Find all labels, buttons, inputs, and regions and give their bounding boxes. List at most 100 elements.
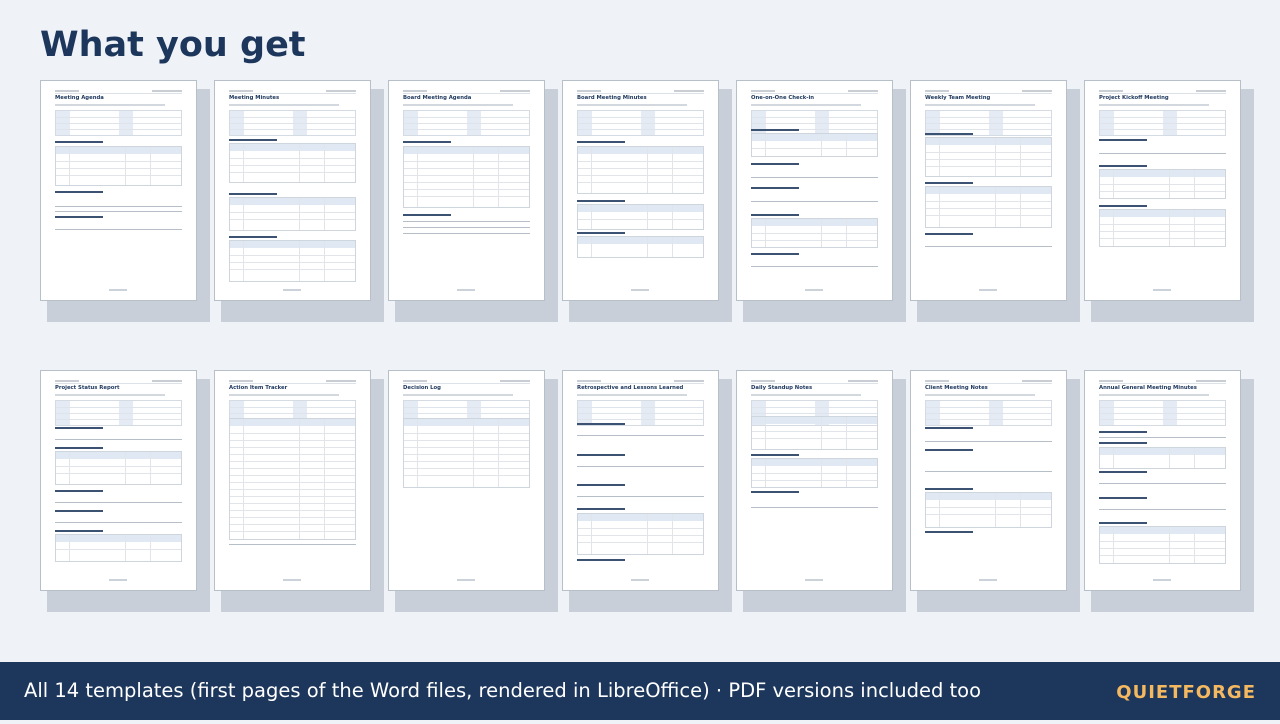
section-heading [925, 133, 973, 135]
template-thumbnail: One-on-One Check-in [736, 80, 906, 322]
content-table [577, 513, 704, 555]
document-page: Weekly Team Meeting [910, 80, 1067, 301]
content-table [229, 197, 356, 231]
page-number [1153, 579, 1171, 581]
document-page: Board Meeting Minutes [562, 80, 719, 301]
page-number [979, 289, 997, 291]
page-header [55, 380, 182, 384]
template-thumbnail: Board Meeting Agenda [388, 80, 558, 322]
description-line [403, 394, 513, 396]
footer-caption: All 14 templates (first pages of the Wor… [24, 679, 982, 702]
content-table [1099, 526, 1226, 564]
page-number [805, 579, 823, 581]
section-heading [577, 232, 625, 234]
description-line [403, 104, 513, 106]
template-thumbnail: Project Kickoff Meeting [1084, 80, 1254, 322]
section-heading [751, 187, 799, 189]
section-heading [55, 427, 103, 429]
content-table [925, 137, 1052, 177]
content-table [55, 451, 182, 485]
document-page: Daily Standup Notes [736, 370, 893, 591]
document-page: One-on-One Check-in [736, 80, 893, 301]
page-header [229, 380, 356, 384]
content-table [751, 458, 878, 488]
template-thumbnail: Daily Standup Notes [736, 370, 906, 612]
page-header [577, 90, 704, 94]
page-header [1099, 380, 1226, 384]
document-page: Meeting Minutes [214, 80, 371, 301]
description-line [229, 104, 339, 106]
section-heading [55, 510, 103, 512]
section-heading [925, 182, 973, 184]
section-heading [229, 236, 277, 238]
template-title: Weekly Team Meeting [925, 95, 991, 101]
section-heading [1099, 522, 1147, 524]
description-line [577, 104, 687, 106]
section-heading [925, 427, 973, 429]
description-line [925, 394, 1035, 396]
document-page: Board Meeting Agenda [388, 80, 545, 301]
section-heading [751, 491, 799, 493]
meta-table [229, 110, 356, 136]
description-line [1099, 104, 1209, 106]
section-heading [55, 191, 103, 193]
template-thumbnail: Project Status Report [40, 370, 210, 612]
content-table [751, 133, 878, 157]
page-header [55, 90, 182, 94]
content-table [751, 416, 878, 450]
template-thumbnail: Weekly Team Meeting [910, 80, 1080, 322]
description-line [751, 394, 861, 396]
section-heading [925, 488, 973, 490]
section-heading [1099, 205, 1147, 207]
template-title: Client Meeting Notes [925, 385, 988, 391]
template-thumbnail: Meeting Agenda [40, 80, 210, 322]
section-heading [229, 139, 277, 141]
template-title: Meeting Minutes [229, 95, 280, 101]
section-heading [403, 141, 451, 143]
section-heading [55, 530, 103, 532]
content-table [55, 534, 182, 562]
page-header [403, 90, 530, 94]
document-page: Project Kickoff Meeting [1084, 80, 1241, 301]
description-line [229, 394, 339, 396]
section-heading [403, 214, 451, 216]
content-table [55, 146, 182, 186]
section-heading [751, 454, 799, 456]
page-header [925, 380, 1052, 384]
meta-table [577, 110, 704, 136]
section-heading [577, 141, 625, 143]
section-heading [577, 559, 625, 561]
page-number [109, 579, 127, 581]
content-table [751, 218, 878, 248]
document-page: Decision Log [388, 370, 545, 591]
template-title: One-on-One Check-in [751, 95, 815, 101]
page-header [403, 380, 530, 384]
section-heading [751, 253, 799, 255]
section-heading [1099, 139, 1147, 141]
content-table [229, 418, 356, 540]
content-table [1099, 169, 1226, 199]
document-page: Meeting Agenda [40, 80, 197, 301]
content-table [577, 236, 704, 258]
section-heading [1099, 471, 1147, 473]
page-title: What you get [40, 25, 306, 65]
page-number [457, 289, 475, 291]
description-line [577, 394, 687, 396]
template-title: Retrospective and Lessons Learned [577, 385, 684, 391]
document-page: Project Status Report [40, 370, 197, 591]
template-title: Decision Log [403, 385, 441, 391]
description-line [1099, 394, 1209, 396]
template-title: Board Meeting Minutes [577, 95, 647, 101]
meta-table [1099, 110, 1226, 136]
template-thumbnail: Client Meeting Notes [910, 370, 1080, 612]
page-header [751, 380, 878, 384]
template-title: Project Kickoff Meeting [1099, 95, 1169, 101]
template-thumbnail: Board Meeting Minutes [562, 80, 732, 322]
page-header [577, 380, 704, 384]
brand-logo: QUIETFORGE [1116, 682, 1256, 703]
section-heading [55, 447, 103, 449]
template-thumbnail: Action Item Tracker [214, 370, 384, 612]
document-page: Annual General Meeting Minutes [1084, 370, 1241, 591]
meta-table [1099, 400, 1226, 426]
content-table [229, 143, 356, 183]
